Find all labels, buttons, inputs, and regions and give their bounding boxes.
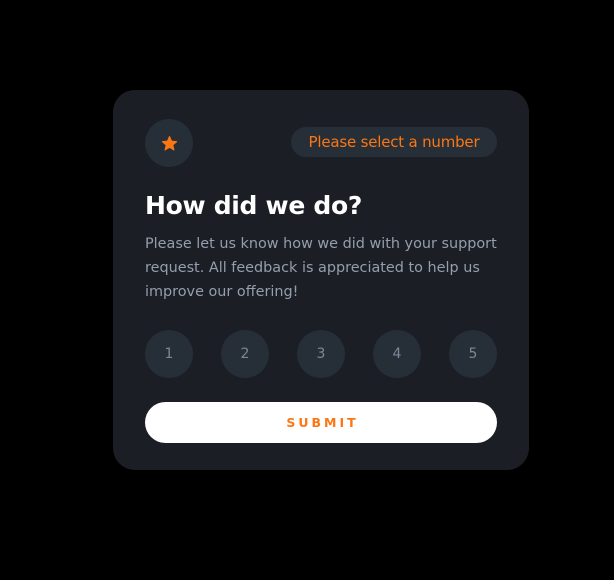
rating-button-5[interactable]: 5 xyxy=(449,330,497,378)
rating-button-4[interactable]: 4 xyxy=(373,330,421,378)
rating-card: Please select a number How did we do? Pl… xyxy=(113,90,529,470)
star-icon-badge xyxy=(145,119,193,167)
rating-button-2[interactable]: 2 xyxy=(221,330,269,378)
rating-options: 1 2 3 4 5 xyxy=(145,330,497,378)
rating-button-1[interactable]: 1 xyxy=(145,330,193,378)
card-description: Please let us know how we did with your … xyxy=(145,236,497,300)
submit-button[interactable]: SUBMIT xyxy=(145,402,497,443)
star-icon xyxy=(161,135,177,151)
card-title: How did we do? xyxy=(145,191,363,220)
status-message: Please select a number xyxy=(291,127,497,157)
rating-button-3[interactable]: 3 xyxy=(297,330,345,378)
